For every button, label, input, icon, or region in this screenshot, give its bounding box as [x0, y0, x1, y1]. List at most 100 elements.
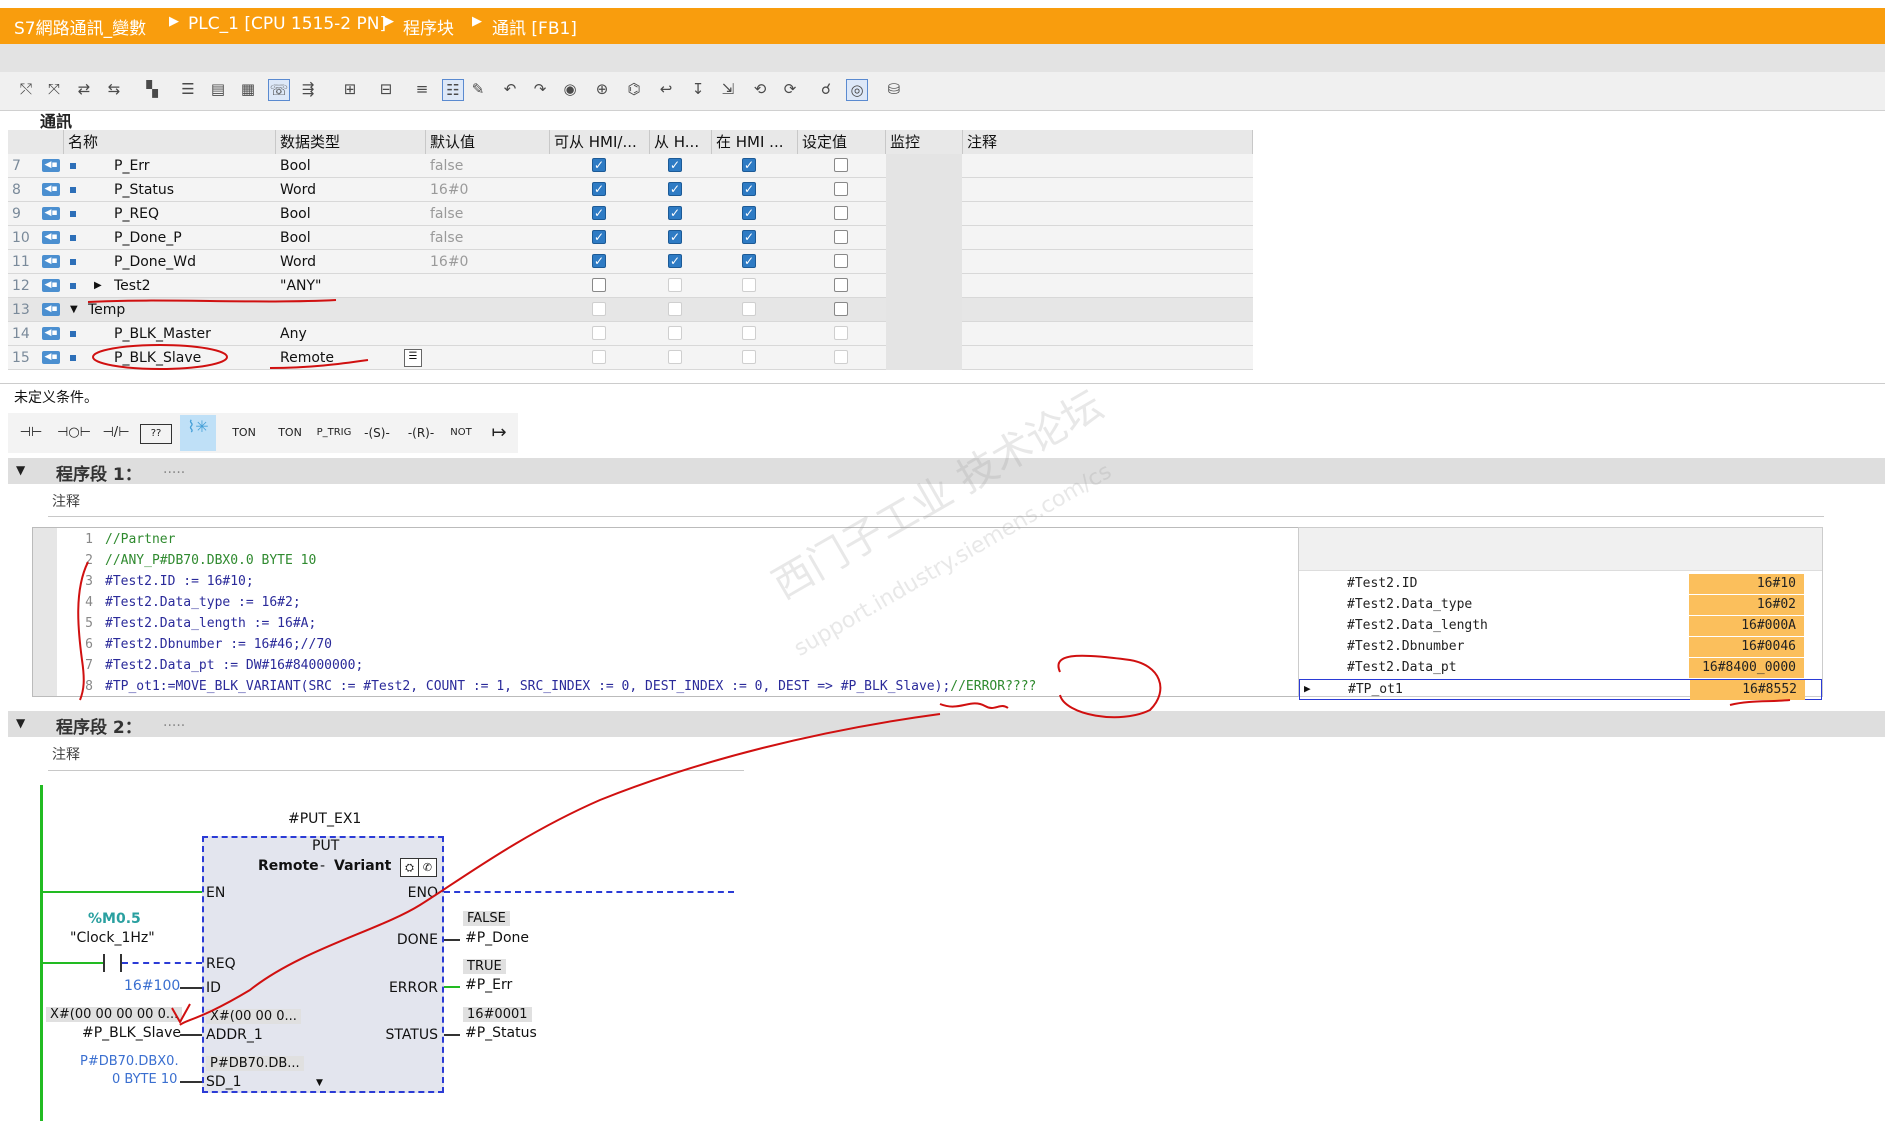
checkbox-setpoint[interactable]: [834, 254, 848, 268]
col-header-hmi-visible[interactable]: 在 HMI ...: [712, 130, 798, 154]
code-line[interactable]: 8 #TP_ot1:=MOVE_BLK_VARIANT(SRC := #Test2…: [63, 679, 1036, 694]
checkbox-setpoint[interactable]: [834, 230, 848, 244]
col-header-comment[interactable]: 注释: [963, 130, 1253, 154]
variable-type[interactable]: Bool: [280, 202, 311, 226]
table-row[interactable]: 13 ◀▪ ▼ Temp: [8, 298, 1253, 322]
checkbox-setpoint[interactable]: [834, 182, 848, 196]
id-operand[interactable]: 16#100: [124, 978, 180, 994]
network-1-comment[interactable]: 注释: [52, 491, 80, 511]
back-icon[interactable]: ⟲: [750, 79, 770, 99]
no-contact-icon[interactable]: ⊣⊢: [14, 421, 48, 445]
code-line[interactable]: 5 #Test2.Data_length := 16#A;: [63, 616, 316, 631]
code-line[interactable]: 6 #Test2.Dbnumber := 16#46;//70: [63, 637, 332, 652]
checkbox-hmi1[interactable]: [592, 350, 606, 364]
database-icon[interactable]: ⛁: [884, 79, 904, 99]
breadcrumb-project[interactable]: S7網路通訊_變數: [14, 14, 146, 39]
pin-req[interactable]: REQ: [206, 956, 236, 972]
variable-name[interactable]: P_BLK_Master: [114, 322, 211, 346]
pin-done[interactable]: DONE: [397, 932, 438, 948]
expand-pins-icon[interactable]: ▼: [316, 1078, 323, 1088]
network-2-comment[interactable]: 注释: [52, 744, 80, 764]
variable-type[interactable]: Bool: [280, 154, 311, 178]
variable-default[interactable]: false: [430, 154, 463, 178]
req-operand-address[interactable]: %M0.5: [88, 911, 141, 927]
checkbox-hmi2[interactable]: [668, 350, 682, 364]
monitor-row[interactable]: #Test2.ID 16#10: [1299, 574, 1822, 595]
checkbox-setpoint[interactable]: [834, 278, 848, 292]
checkbox-hmi1[interactable]: ✓: [592, 182, 606, 196]
checkbox-hmi3[interactable]: ✓: [742, 254, 756, 268]
variable-name[interactable]: P_BLK_Slave: [114, 346, 201, 370]
checkbox-hmi1[interactable]: [592, 278, 606, 292]
diagnostics-icon[interactable]: ✆: [418, 858, 437, 877]
branch-icon[interactable]: ⇲: [718, 79, 738, 99]
align-list-icon[interactable]: ☰: [178, 79, 198, 99]
pin-eno[interactable]: ENO: [408, 885, 438, 901]
sd1-operand-line1[interactable]: P#DB70.DBX0.: [80, 1054, 179, 1069]
col-header-monitor[interactable]: 监控: [886, 130, 963, 154]
col-header-hmi-access[interactable]: 可从 HMI/...: [550, 130, 650, 154]
sd1-operand-line2[interactable]: 0 BYTE 10: [112, 1072, 177, 1087]
addr1-operand[interactable]: #P_BLK_Slave: [82, 1025, 181, 1041]
variable-type[interactable]: Word: [280, 250, 316, 274]
code-text[interactable]: #Test2.ID := 16#10;: [105, 574, 254, 589]
add-row-icon[interactable]: ⇆: [104, 79, 124, 99]
ton-coil-icon[interactable]: TON: [224, 421, 264, 445]
forward-icon[interactable]: ⟳: [780, 79, 800, 99]
pin-en[interactable]: EN: [206, 885, 225, 901]
checkbox-hmi3[interactable]: [742, 278, 756, 292]
monitor-icon[interactable]: ◉: [560, 79, 580, 99]
comment-icon[interactable]: ☏: [268, 79, 290, 101]
variable-default[interactable]: false: [430, 202, 463, 226]
variable-name[interactable]: P_Done_P: [114, 226, 182, 250]
col-header-hmi-write[interactable]: 从 H...: [650, 130, 712, 154]
checkbox-hmi3[interactable]: ✓: [742, 230, 756, 244]
checkbox-hmi2[interactable]: ✓: [668, 254, 682, 268]
checkbox-hmi1[interactable]: ✓: [592, 230, 606, 244]
req-operand-symbol[interactable]: "Clock_1Hz": [70, 930, 155, 946]
code-line[interactable]: 3 #Test2.ID := 16#10;: [63, 574, 254, 589]
delete-network-icon[interactable]: ⤧: [44, 79, 64, 99]
monitor-row[interactable]: #Test2.Dbnumber 16#0046: [1299, 637, 1822, 658]
table-row[interactable]: 8 ◀▪ P_Status Word 16#0 ✓ ✓ ✓: [8, 178, 1253, 202]
variable-name[interactable]: P_Status: [114, 178, 174, 202]
fb-instance-name[interactable]: #PUT_EX1: [288, 811, 361, 827]
table-row[interactable]: 12 ◀▪ ▶ Test2 "ANY": [8, 274, 1253, 298]
step-icon[interactable]: ↧: [688, 79, 708, 99]
reset-coil-icon[interactable]: -(R)-: [402, 421, 440, 445]
pin-error[interactable]: ERROR: [389, 980, 438, 996]
variable-name[interactable]: Test2: [114, 274, 150, 298]
error-operand[interactable]: #P_Err: [465, 977, 512, 993]
network-2-title-placeholder[interactable]: .....: [163, 714, 185, 730]
breadcrumb-block[interactable]: 通訊 [FB1]: [492, 14, 577, 39]
empty-box-icon[interactable]: ??: [140, 424, 172, 444]
checkbox-hmi3[interactable]: ✓: [742, 182, 756, 196]
variable-name[interactable]: Temp: [88, 298, 125, 322]
table-row[interactable]: 9 ◀▪ P_REQ Bool false ✓ ✓ ✓: [8, 202, 1253, 226]
checkbox-setpoint[interactable]: [834, 326, 848, 340]
checkbox-hmi3[interactable]: [742, 302, 756, 316]
open-branch-icon[interactable]: ⌇✳: [180, 415, 216, 451]
variable-type[interactable]: Word: [280, 178, 316, 202]
col-header-setpoint[interactable]: 设定值: [798, 130, 886, 154]
breadcrumb-plc[interactable]: PLC_1 [CPU 1515-2 PN]: [188, 14, 386, 34]
code-text[interactable]: #Test2.Data_pt := DW#16#84000000;: [105, 658, 363, 673]
col-header-default[interactable]: 默认值: [426, 130, 550, 154]
collapse-triangle-icon[interactable]: ▼: [70, 298, 78, 322]
variable-name[interactable]: P_Done_Wd: [114, 250, 196, 274]
variable-name[interactable]: P_Err: [114, 154, 150, 178]
checkbox-hmi3[interactable]: [742, 326, 756, 340]
table-row[interactable]: 7 ◀▪ P_Err Bool false ✓ ✓ ✓: [8, 154, 1253, 178]
variable-type[interactable]: "ANY": [280, 274, 321, 298]
checkbox-hmi2[interactable]: ✓: [668, 158, 682, 172]
block-icon[interactable]: ▚: [142, 79, 162, 99]
checkbox-hmi2[interactable]: ✓: [668, 206, 682, 220]
set-coil-icon[interactable]: -(S)-: [358, 421, 396, 445]
network-1-title-placeholder[interactable]: .....: [163, 461, 185, 477]
checkbox-hmi1[interactable]: ✓: [592, 206, 606, 220]
checkbox-hmi1[interactable]: [592, 302, 606, 316]
contact-left[interactable]: [103, 954, 105, 972]
expand-triangle-icon[interactable]: ▶: [94, 274, 102, 298]
code-text[interactable]: #Test2.Dbnumber := 16#46;//70: [105, 637, 332, 652]
checkbox-hmi2[interactable]: [668, 302, 682, 316]
